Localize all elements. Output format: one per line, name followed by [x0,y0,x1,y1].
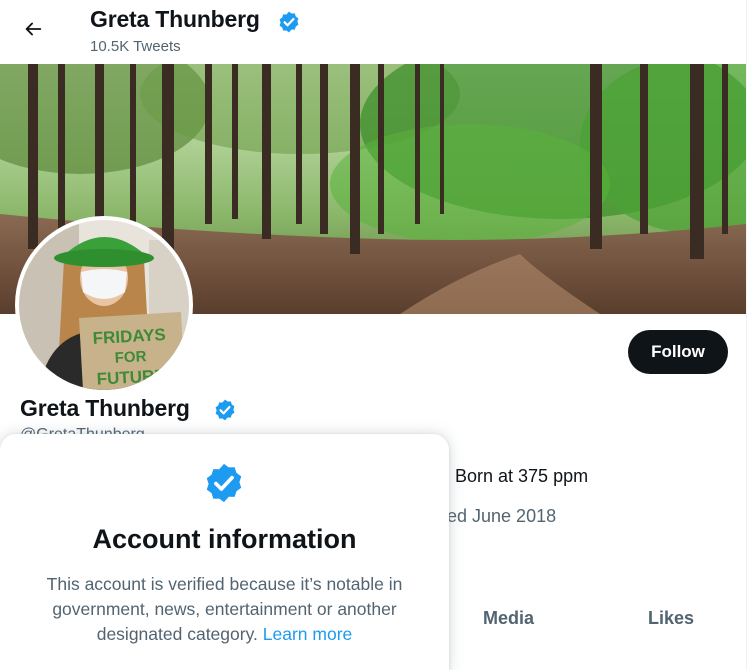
follow-button[interactable]: Follow [628,330,728,374]
profile-avatar[interactable]: FRIDAYS FOR FUTURE [15,216,193,394]
profile-name: Greta Thunberg [20,395,190,421]
svg-text:FUTURE: FUTURE [96,366,166,389]
popover-text: This account is verified because it’s no… [24,572,425,647]
tweet-count: 10.5K Tweets [90,38,181,55]
verified-badge-icon [202,461,246,510]
right-border [746,0,747,670]
tab-likes[interactable]: Likes [648,608,694,629]
back-button[interactable] [14,12,52,50]
learn-more-link[interactable]: Learn more [263,624,353,644]
tab-media[interactable]: Media [483,608,534,629]
header-title: Greta Thunberg [90,6,260,32]
verified-badge-icon[interactable] [213,398,237,427]
arrow-left-icon [22,18,44,45]
popover-title: Account information [92,524,357,554]
svg-text:FRIDAYS: FRIDAYS [92,325,166,348]
svg-text:FOR: FOR [114,348,147,367]
joined-date: ed June 2018 [447,506,557,526]
profile-header: Greta Thunberg 10.5K Tweets [0,0,746,64]
verified-badge-icon[interactable] [277,10,301,39]
account-info-popover: Account information This account is veri… [0,434,449,670]
profile-bio: Born at 375 ppm [455,466,589,486]
